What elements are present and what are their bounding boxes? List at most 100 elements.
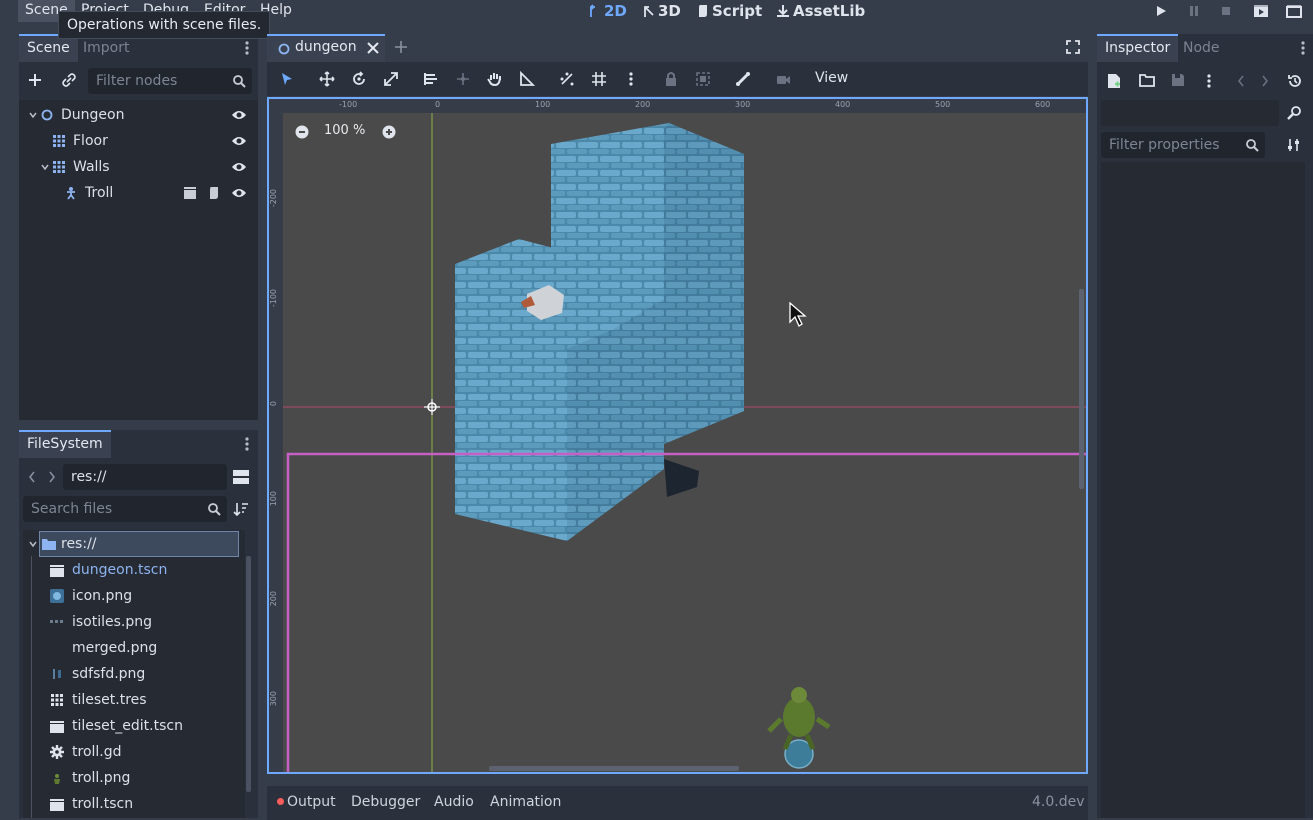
filter-properties-input[interactable]: Filter properties [1101,132,1265,158]
open-folder-icon[interactable] [1139,73,1155,87]
tab-node[interactable]: Node [1175,34,1228,62]
file-row[interactable]: troll.tscn [49,791,133,817]
play-custom-scene-icon[interactable] [1285,2,1303,20]
tab-debugger[interactable]: Debugger [351,794,420,810]
pivot-mode-icon[interactable] [454,70,472,88]
pan-mode-icon[interactable] [486,70,504,88]
play-scene-icon[interactable] [1252,2,1270,20]
split-view-icon[interactable] [233,470,249,484]
tab-animation[interactable]: Animation [490,794,561,810]
dock-menu-icon[interactable] [1301,40,1305,56]
tree-node-walls[interactable]: Walls [19,154,257,180]
visibility-eye-icon[interactable] [231,161,247,173]
3d-icon [643,4,655,18]
pause-icon[interactable] [1185,2,1203,20]
stop-icon[interactable] [1217,2,1235,20]
add-node-icon[interactable] [27,72,43,88]
file-row[interactable]: tileset_edit.tscn [49,713,183,739]
tab-output[interactable]: Output [287,794,336,810]
tools-icon[interactable] [1286,137,1302,153]
tab-assetlib[interactable]: AssetLib [776,0,865,22]
dock-menu-icon[interactable] [245,436,249,452]
group-icon[interactable] [694,70,712,88]
file-row[interactable]: troll.gd [49,739,122,765]
scene-tab-dungeon[interactable]: dungeon [267,34,385,62]
file-label: isotiles.png [72,614,153,630]
more-options-icon[interactable] [1207,73,1211,89]
grid-snap-icon[interactable] [590,70,608,88]
visibility-eye-icon[interactable] [231,109,247,121]
add-scene-tab-icon[interactable] [394,40,408,54]
file-label: tileset.tres [72,692,147,708]
lock-icon[interactable] [662,70,680,88]
tab-filesystem[interactable]: FileSystem [19,430,111,458]
instance-scene-icon[interactable] [61,72,77,88]
close-icon[interactable] [367,42,379,54]
object-path-field[interactable] [1101,100,1279,126]
scale-mode-icon[interactable] [382,70,400,88]
file-row[interactable]: sdfsfd.png [49,661,145,687]
dock-menu-icon[interactable] [245,40,249,56]
tab-3d[interactable]: 3D [643,0,681,22]
forward-arrow-icon[interactable] [48,471,56,483]
file-label: troll.gd [72,744,122,760]
2d-icon [589,4,601,18]
move-mode-icon[interactable] [318,70,336,88]
save-icon[interactable] [1171,73,1185,87]
smart-snap-icon[interactable] [558,70,576,88]
file-row[interactable]: icon.png [49,583,132,609]
file-row[interactable]: merged.png [49,635,157,661]
visibility-eye-icon[interactable] [231,135,247,147]
search-icon [1245,138,1259,152]
script-attached-icon[interactable] [207,186,221,200]
path-field[interactable]: res:// [63,464,227,490]
list-select-icon[interactable] [422,70,440,88]
collapse-arrow-icon[interactable] [28,539,38,549]
history-back-icon[interactable] [1237,75,1245,87]
filter-nodes-input[interactable]: Filter nodes [88,68,252,94]
select-mode-icon[interactable] [278,70,296,88]
viewport-hscroll[interactable] [489,766,739,771]
new-resource-icon[interactable] [1107,73,1121,89]
collapse-arrow-icon[interactable] [28,110,38,120]
view-menu-button[interactable]: View [815,70,848,86]
tree-node-dungeon[interactable]: Dungeon [19,102,257,128]
tree-node-label: Dungeon [61,107,125,123]
mouse-cursor-icon [789,302,807,328]
open-scene-icon[interactable] [183,186,197,200]
distraction-free-icon[interactable] [1066,40,1080,54]
history-forward-icon[interactable] [1261,75,1269,87]
tab-inspector[interactable]: Inspector [1097,34,1179,62]
assetlib-icon [776,4,790,18]
search-files-input[interactable]: Search files [23,496,227,522]
ruler-mode-icon[interactable] [518,70,536,88]
file-tree-scrollbar[interactable] [246,556,251,792]
tree-node-troll[interactable]: Troll [19,180,257,206]
file-row-root[interactable]: res:// [29,531,239,557]
viewport-vscroll[interactable] [1079,289,1084,489]
visibility-eye-icon[interactable] [231,187,247,199]
tab-script[interactable]: Script [697,0,762,22]
tree-guide-line [31,556,32,818]
tab-audio[interactable]: Audio [434,794,474,810]
file-row[interactable]: dungeon.tscn [49,557,167,583]
scene-file-icon [49,720,65,733]
snap-options-icon[interactable] [622,70,640,88]
collapse-arrow-icon[interactable] [40,162,50,172]
help-docs-icon[interactable] [1286,105,1302,121]
file-row[interactable]: isotiles.png [49,609,152,635]
scene-tab-label: dungeon [295,39,357,55]
tree-node-floor[interactable]: Floor [19,128,257,154]
tab-2d[interactable]: 2D [589,0,627,22]
file-row[interactable]: tileset.tres [49,687,147,713]
skeleton-bone-icon[interactable] [734,70,752,88]
file-row[interactable]: troll.png [49,765,130,791]
canvas-viewport[interactable]: -100 0 100 200 300 400 500 600 -200 -100… [267,97,1088,774]
override-camera-icon[interactable] [774,70,792,88]
rotate-mode-icon[interactable] [350,70,368,88]
object-history-icon[interactable] [1287,73,1303,89]
sort-icon[interactable] [233,501,249,517]
play-icon[interactable] [1152,2,1170,20]
scene-tabs-bar: dungeon [267,34,1088,62]
back-arrow-icon[interactable] [28,471,36,483]
